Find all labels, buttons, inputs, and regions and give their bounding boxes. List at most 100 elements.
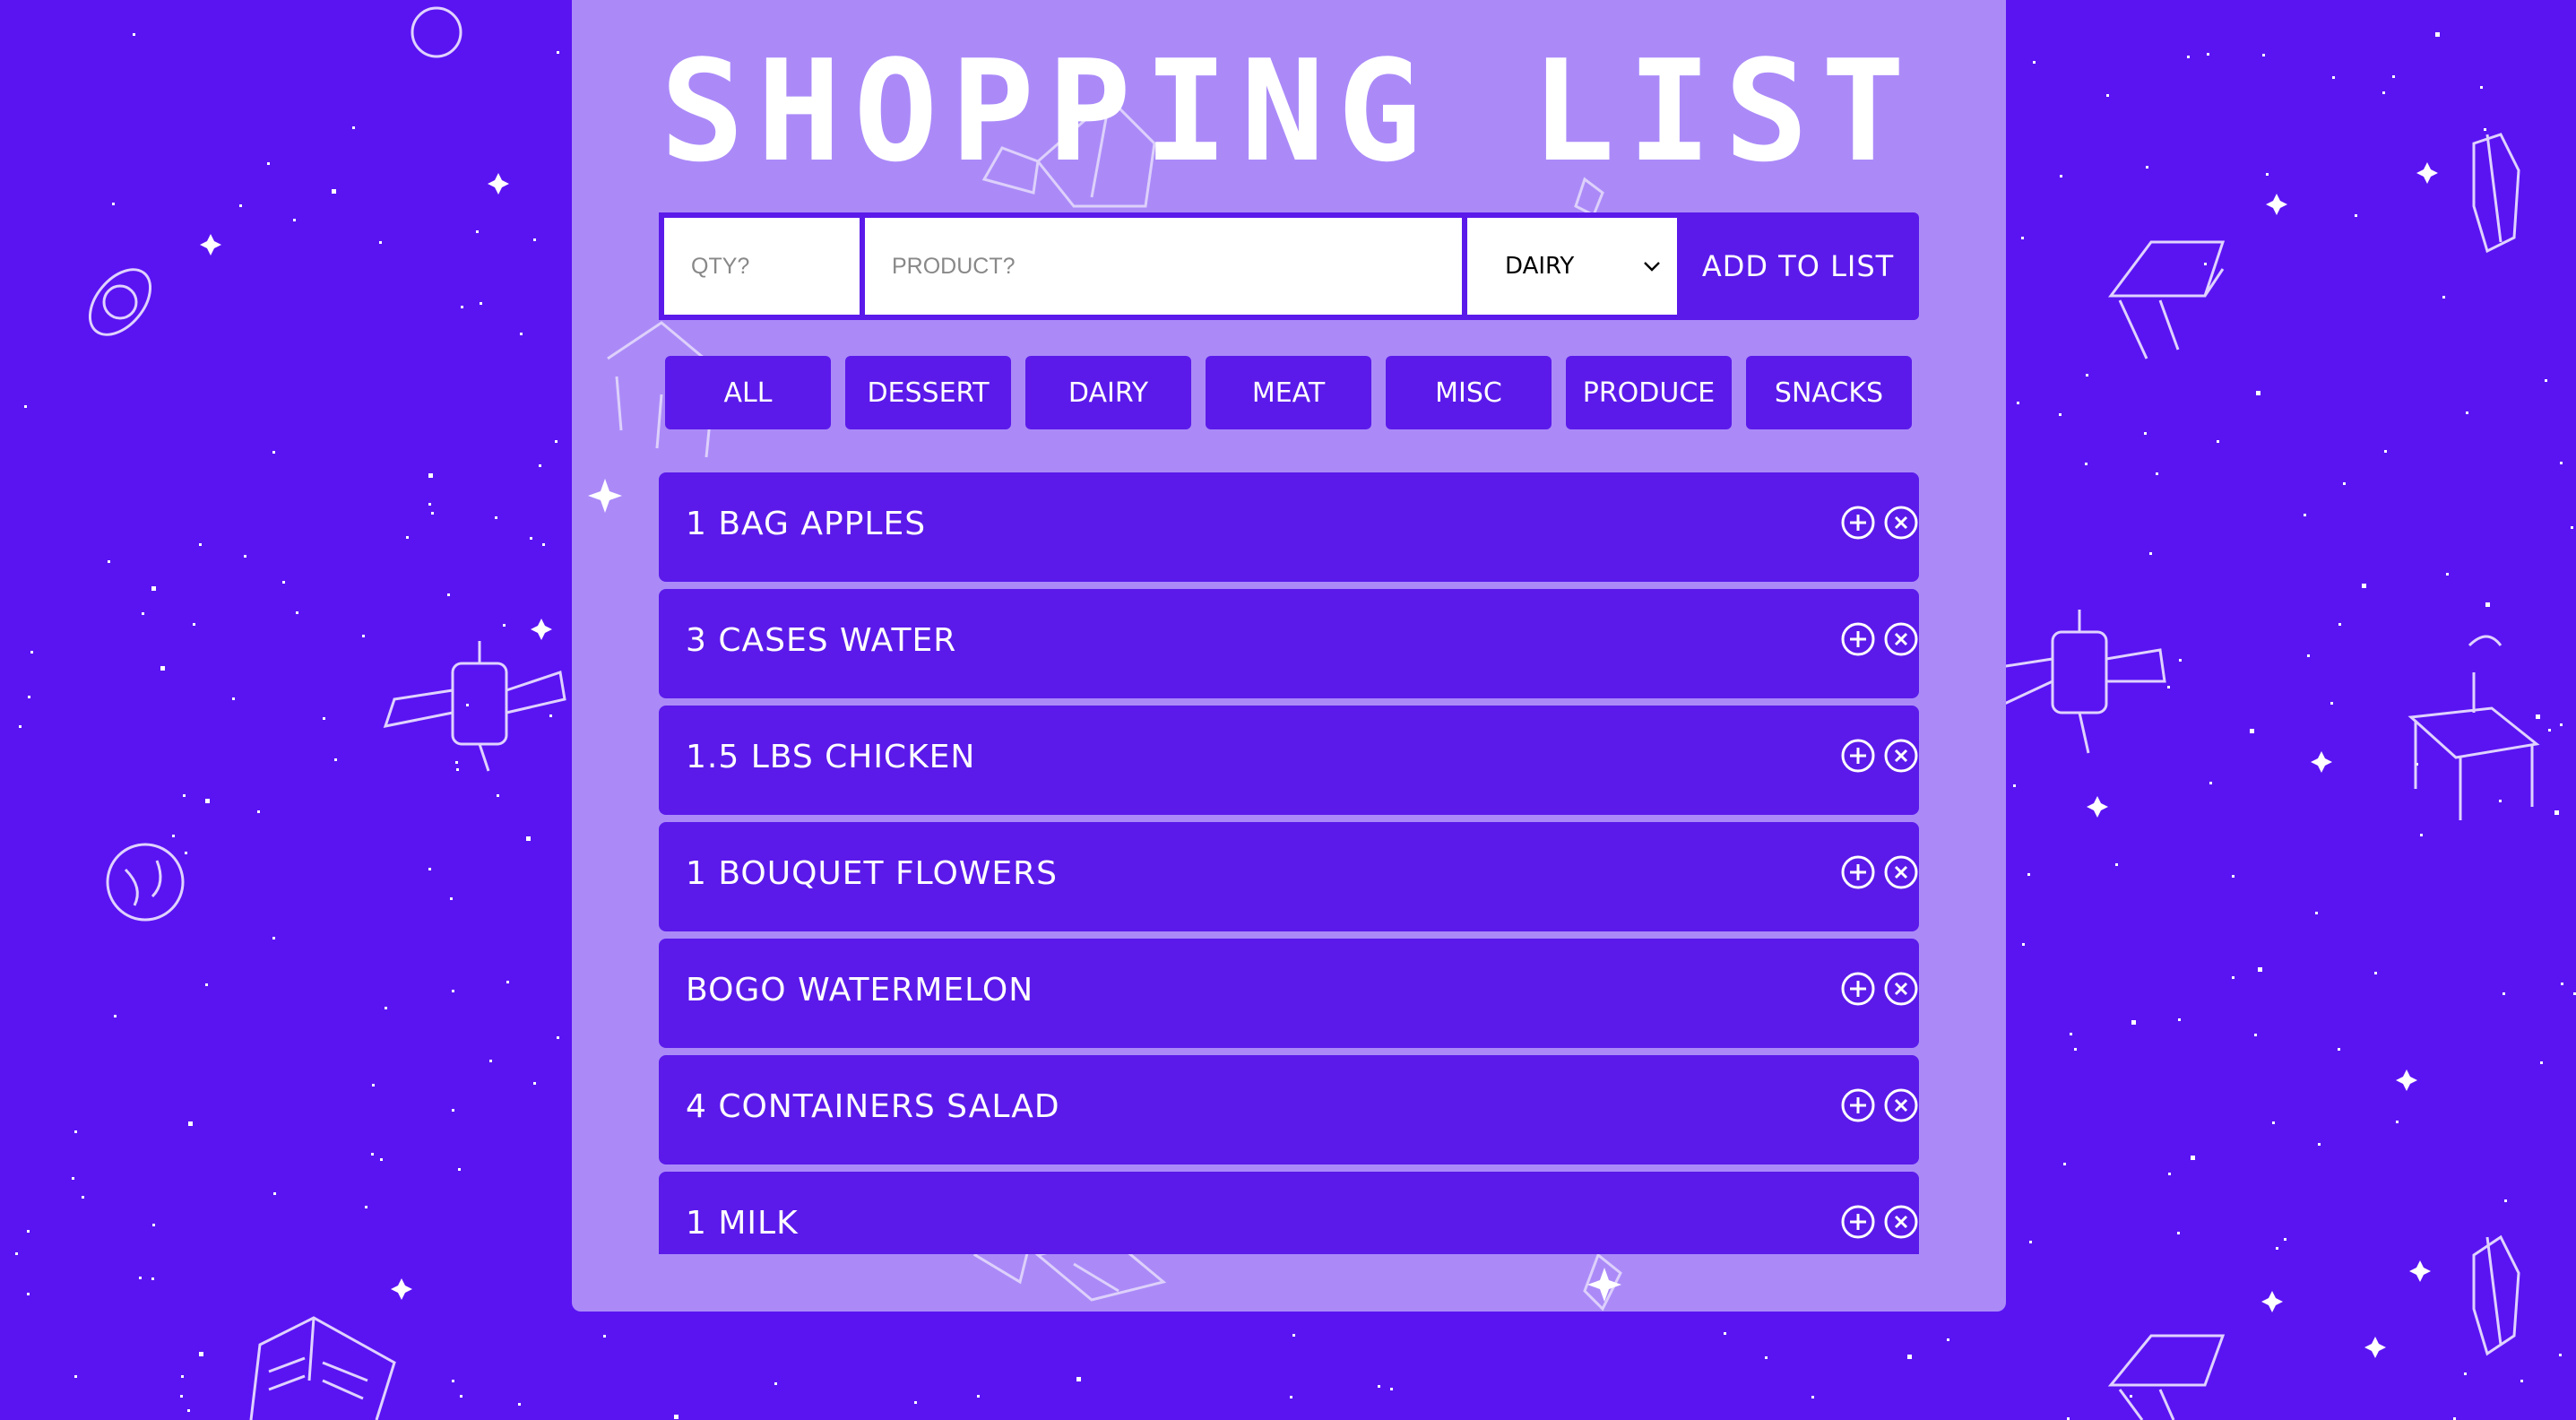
category-select[interactable]: DAIRY <box>1467 212 1677 320</box>
sparkle-star <box>2311 751 2332 773</box>
star <box>406 536 409 539</box>
star <box>72 1177 74 1180</box>
star <box>2232 976 2235 979</box>
star <box>674 1415 679 1419</box>
star <box>455 761 458 764</box>
star <box>2545 379 2547 382</box>
x-circle-icon[interactable] <box>1883 738 1919 774</box>
plus-circle-icon[interactable] <box>1840 738 1876 774</box>
star <box>205 983 208 986</box>
gem-icon-2 <box>2472 1234 2520 1356</box>
x-circle-icon[interactable] <box>1883 854 1919 890</box>
star <box>2086 374 2088 377</box>
filter-meat-button[interactable]: MEAT <box>1206 356 1371 429</box>
star <box>2484 128 2486 131</box>
table-vase-icon <box>2407 635 2540 820</box>
star <box>2179 659 2182 662</box>
star <box>549 714 552 717</box>
star <box>2258 967 2262 972</box>
plus-circle-icon[interactable] <box>1840 505 1876 541</box>
filter-dairy-button[interactable]: DAIRY <box>1025 356 1191 429</box>
star <box>2355 214 2357 217</box>
filter-produce-button[interactable]: PRODUCE <box>1566 356 1732 429</box>
filter-misc-button[interactable]: MISC <box>1386 356 1552 429</box>
star <box>1076 1377 1081 1381</box>
star <box>272 937 275 939</box>
star <box>2554 810 2559 815</box>
satellite-icon <box>383 641 566 772</box>
star <box>2191 1156 2195 1160</box>
star <box>19 725 22 728</box>
product-input[interactable] <box>865 212 1467 320</box>
list-item-actions <box>1840 1087 1919 1123</box>
star <box>139 1277 142 1279</box>
star <box>24 405 27 408</box>
star <box>466 704 469 706</box>
star <box>520 333 523 335</box>
star <box>2254 1034 2257 1036</box>
star <box>293 219 296 221</box>
star <box>160 666 165 671</box>
star <box>2209 782 2212 784</box>
star <box>503 624 506 627</box>
star <box>188 1121 193 1126</box>
star <box>142 612 144 615</box>
star <box>2204 263 2207 265</box>
star <box>542 543 545 546</box>
star <box>774 1382 777 1385</box>
x-circle-icon[interactable] <box>1883 1204 1919 1240</box>
star <box>193 623 195 626</box>
star <box>2250 729 2254 733</box>
star <box>1390 1388 1393 1390</box>
star <box>332 189 336 194</box>
star <box>2022 943 2025 946</box>
star <box>2284 1238 2286 1241</box>
star <box>2178 1018 2181 1021</box>
planet-icon <box>411 6 462 58</box>
star <box>2256 391 2260 395</box>
list-item: 1 BAG APPLES <box>659 472 1919 582</box>
star <box>2144 432 2147 435</box>
filter-dessert-button[interactable]: DESSERT <box>845 356 1011 429</box>
plus-circle-icon[interactable] <box>1840 854 1876 890</box>
gem-icon <box>2472 133 2520 254</box>
star <box>2146 166 2148 169</box>
filter-all-button[interactable]: ALL <box>665 356 831 429</box>
star <box>2149 552 2152 555</box>
plus-circle-icon[interactable] <box>1840 971 1876 1007</box>
star <box>2330 702 2333 705</box>
star <box>2338 623 2341 626</box>
plus-circle-icon[interactable] <box>1840 621 1876 657</box>
x-circle-icon[interactable] <box>1883 1087 1919 1123</box>
star <box>914 1401 917 1404</box>
add-item-form: DAIRY ADD TO LIST <box>659 212 1919 320</box>
star <box>2177 1232 2180 1234</box>
filter-snacks-button[interactable]: SNACKS <box>1746 356 1912 429</box>
star <box>2384 450 2387 453</box>
qty-input[interactable] <box>659 212 865 320</box>
star <box>506 981 509 983</box>
star <box>181 1375 184 1378</box>
star <box>456 768 459 771</box>
plus-circle-icon[interactable] <box>1840 1087 1876 1123</box>
sparkle-star <box>2409 1260 2431 1282</box>
plus-circle-icon[interactable] <box>1840 1204 1876 1240</box>
x-circle-icon[interactable] <box>1883 971 1919 1007</box>
list-item-label: 1 BAG APPLES <box>686 506 927 542</box>
star <box>334 758 337 761</box>
sparkle-star <box>2266 194 2287 215</box>
sparkle-star <box>2087 796 2108 818</box>
star <box>2130 1395 2132 1398</box>
star <box>82 1196 84 1199</box>
star <box>296 611 298 614</box>
add-to-list-button[interactable]: ADD TO LIST <box>1677 212 1919 320</box>
stool-icon <box>2108 240 2226 359</box>
star <box>452 990 454 992</box>
x-circle-icon[interactable] <box>1883 505 1919 541</box>
star <box>431 512 434 515</box>
star <box>2085 463 2088 465</box>
star <box>172 835 175 837</box>
star <box>2536 714 2540 719</box>
x-circle-icon[interactable] <box>1883 621 1919 657</box>
star <box>2435 32 2440 37</box>
